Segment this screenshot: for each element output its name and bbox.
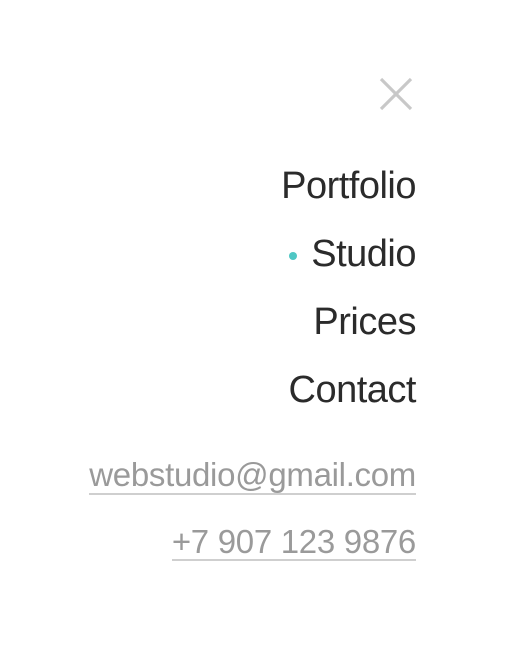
nav-item-label: Contact xyxy=(288,369,417,411)
main-navigation: Portfolio Studio Prices Contact xyxy=(281,152,416,424)
phone-link[interactable]: +7 907 123 9876 xyxy=(171,524,416,562)
email-link[interactable]: webstudio@gmail.com xyxy=(89,457,416,495)
active-indicator-dot xyxy=(289,252,298,260)
nav-item-contact[interactable]: Contact xyxy=(288,356,417,424)
nav-item-label: Portfolio xyxy=(281,165,416,207)
nav-item-label: Prices xyxy=(313,301,416,343)
close-icon xyxy=(379,77,413,111)
contact-info: webstudio@gmail.com +7 907 123 9876 xyxy=(89,457,416,562)
close-button[interactable] xyxy=(378,76,414,112)
nav-item-label: Studio xyxy=(311,233,416,275)
nav-item-prices[interactable]: Prices xyxy=(313,288,416,356)
nav-item-portfolio[interactable]: Portfolio xyxy=(281,152,416,220)
mobile-menu-overlay: Portfolio Studio Prices Contact webstudi… xyxy=(0,0,518,648)
nav-item-studio[interactable]: Studio xyxy=(289,220,416,288)
